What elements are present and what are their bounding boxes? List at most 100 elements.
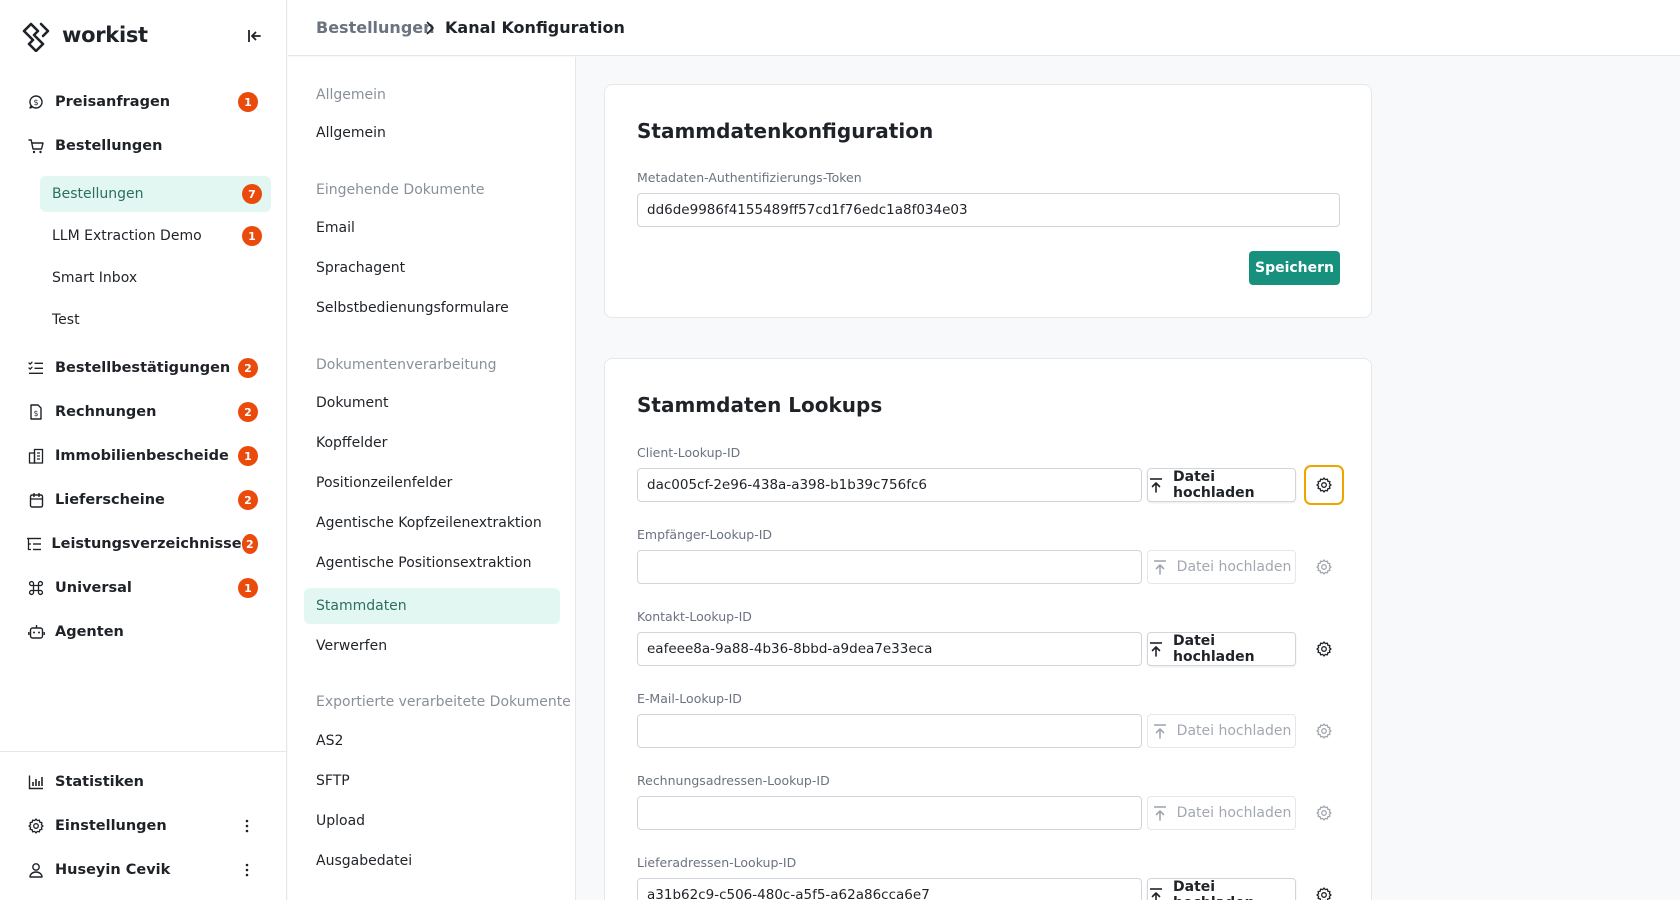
sidebar-subitem-label: LLM Extraction Demo [52,228,202,244]
upload-file-button[interactable]: Datei hochladen [1147,468,1296,502]
upload-file-button[interactable]: Datei hochladen [1147,714,1296,748]
chevron-right-icon [426,21,434,35]
lookup-label: Client-Lookup-ID [637,445,741,460]
billing-address-lookup-input[interactable] [637,796,1142,830]
package-icon [26,490,46,510]
settings-item-ausgabedatei[interactable]: Ausgabedatei [304,843,560,879]
list-tree-icon [26,534,42,554]
sidebar-item-einstellungen[interactable]: Einstellungen [20,809,267,843]
lookup-settings-button[interactable] [1304,711,1344,751]
settings-item-email[interactable]: Email [304,210,560,246]
save-button[interactable]: Speichern [1249,251,1340,285]
upload-icon [1152,723,1168,739]
sidebar-item-user[interactable]: Huseyin Cevik [20,853,267,887]
gear-icon [1316,559,1332,575]
token-input[interactable] [637,193,1340,227]
sidebar-item-agenten[interactable]: Agenten [20,615,267,649]
token-label: Metadaten-Authentifizierungs-Token [637,170,862,185]
upload-file-button[interactable]: Datei hochladen [1147,878,1296,900]
sidebar-subitem-label: Bestellungen [52,186,144,202]
gear-icon [1316,641,1332,657]
client-lookup-input[interactable] [637,468,1142,502]
sidebar-item-immobilienbescheide[interactable]: Immobilienbescheide 1 [20,439,267,473]
count-badge: 7 [242,184,262,204]
sidebar-item-label: Immobilienbescheide [55,448,229,464]
settings-item-positionzeilenfelder[interactable]: Positionzeilenfelder [304,465,560,501]
upload-icon [1148,887,1164,900]
upload-file-button[interactable]: Datei hochladen [1147,550,1296,584]
upload-file-button[interactable]: Datei hochladen [1147,796,1296,830]
settings-item-agentische-positionsextraktion[interactable]: Agentische Positionsextraktion [304,545,560,581]
lookups-card: Stammdaten Lookups Client-Lookup-ID Date… [604,358,1372,900]
sidebar-item-lieferscheine[interactable]: Lieferscheine 2 [20,483,267,517]
logo[interactable]: workist [20,20,267,52]
gear-icon [1316,805,1332,821]
contact-lookup-input[interactable] [637,632,1142,666]
lookup-settings-button[interactable] [1304,875,1344,900]
lookup-settings-button[interactable] [1304,793,1344,833]
section-heading: Exportierte verarbeitete Dokumente [316,694,571,710]
svg-text:$: $ [33,98,38,107]
upload-label: Datei hochladen [1173,469,1255,501]
email-lookup-input[interactable] [637,714,1142,748]
master-config-card: Stammdatenkonfiguration Metadaten-Authen… [604,84,1372,318]
settings-item-stammdaten[interactable]: Stammdaten [304,588,560,624]
gear-icon [1316,477,1332,493]
collapse-sidebar-button[interactable] [243,24,267,48]
count-badge: 1 [238,92,258,112]
more-options-icon[interactable] [237,816,257,836]
settings-item-agentische-kopfzeilenextraktion[interactable]: Agentische Kopfzeilenextraktion [304,505,560,541]
settings-item-dokument[interactable]: Dokument [304,385,560,421]
section-heading: Allgemein [316,87,386,103]
sidebar-item-bestellungen[interactable]: Bestellungen [20,129,267,163]
sidebar-subitem-test[interactable]: Test [40,302,271,338]
sidebar-subitem-llm-extraction-demo[interactable]: LLM Extraction Demo 1 [40,218,271,254]
count-badge: 1 [238,446,258,466]
sidebar-item-leistungsverzeichnisse[interactable]: Leistungsverzeichnisse 2 [20,527,267,561]
lookup-label: Empfänger-Lookup-ID [637,527,773,542]
settings-item-upload[interactable]: Upload [304,803,560,839]
sidebar-item-label: Rechnungen [55,404,157,420]
gear-icon [1316,887,1332,900]
settings-nav: Allgemein Allgemein Eingehende Dokumente… [288,57,576,900]
breadcrumb-current: Kanal Konfiguration [445,18,625,37]
sidebar-subitem-smart-inbox[interactable]: Smart Inbox [40,260,271,296]
sidebar: workist $ Preisanfragen 1 Bestellungen B… [0,0,287,900]
lookup-label: E-Mail-Lookup-ID [637,691,742,706]
brand-name: workist [62,23,148,47]
delivery-address-lookup-input[interactable] [637,878,1142,900]
settings-item-sftp[interactable]: SFTP [304,763,560,799]
sidebar-item-label: Universal [55,580,132,596]
upload-label: Datei hochladen [1173,879,1255,900]
sidebar-item-preisanfragen[interactable]: $ Preisanfragen 1 [20,85,267,119]
sidebar-item-bestellbestaetigungen[interactable]: Bestellbestätigungen 2 [20,351,267,385]
lookup-settings-button[interactable] [1304,465,1344,505]
upload-label: Datei hochladen [1176,723,1292,739]
user-icon [26,860,46,880]
settings-item-sprachagent[interactable]: Sprachagent [304,250,560,286]
recipient-lookup-input[interactable] [637,550,1142,584]
breadcrumb-parent[interactable]: Bestellungen [316,18,435,37]
more-options-icon[interactable] [237,860,257,880]
gear-icon [26,816,46,836]
workist-logo-icon [22,22,50,52]
sidebar-item-rechnungen[interactable]: $ Rechnungen 2 [20,395,267,429]
settings-item-allgemein[interactable]: Allgemein [304,115,560,151]
settings-item-selbstbedienungsformulare[interactable]: Selbstbedienungsformulare [304,290,560,326]
upload-file-button[interactable]: Datei hochladen [1147,632,1296,666]
sidebar-item-statistiken[interactable]: Statistiken [20,765,267,799]
sidebar-subitem-label: Smart Inbox [52,270,138,286]
count-badge: 2 [238,402,258,422]
settings-item-kopffelder[interactable]: Kopffelder [304,425,560,461]
sidebar-subitem-bestellungen[interactable]: Bestellungen 7 [40,176,271,212]
settings-item-as2[interactable]: AS2 [304,723,560,759]
sidebar-item-universal[interactable]: Universal 1 [20,571,267,605]
upload-label: Datei hochladen [1173,633,1255,665]
settings-item-verwerfen[interactable]: Verwerfen [304,628,560,664]
upload-icon [1148,641,1164,657]
section-heading: Dokumentenverarbeitung [316,357,497,373]
card-title: Stammdaten Lookups [637,393,883,417]
lookup-settings-button[interactable] [1304,629,1344,669]
bar-chart-icon [26,772,46,792]
lookup-settings-button[interactable] [1304,547,1344,587]
